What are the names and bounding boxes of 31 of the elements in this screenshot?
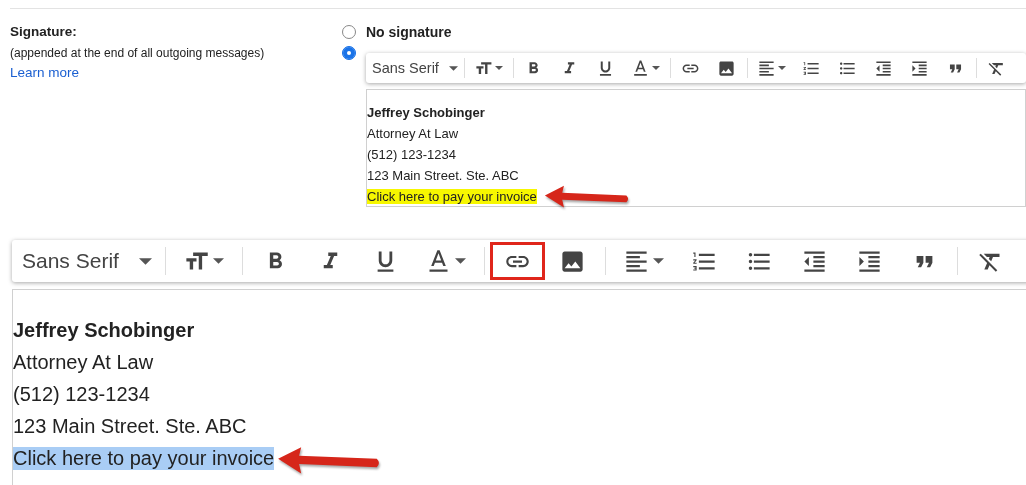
signature-line: (512) 123-1234 bbox=[367, 147, 456, 162]
insert-link-button[interactable] bbox=[489, 242, 545, 280]
outdent-icon bbox=[874, 58, 894, 78]
option-label: No signature bbox=[366, 24, 452, 40]
signature-line: Attorney At Law bbox=[367, 126, 459, 141]
image-icon bbox=[717, 58, 737, 78]
font-dropdown[interactable]: Sans Serif bbox=[22, 249, 152, 273]
signature-line: 123 Main Street. Ste. ABC bbox=[367, 168, 519, 183]
signature-line: Jeffrey Schobinger bbox=[13, 318, 195, 342]
signature-line: 123 Main Street. Ste. ABC bbox=[13, 414, 247, 438]
caret-icon bbox=[213, 258, 225, 264]
indent-icon bbox=[910, 58, 930, 78]
signature-line: Jeffrey Schobinger bbox=[367, 105, 485, 120]
caret-icon bbox=[138, 257, 152, 265]
signature-label: Signature: bbox=[10, 23, 78, 41]
signature-hint: (appended at the end of all outgoing messages) bbox=[10, 45, 266, 62]
radio-button[interactable] bbox=[342, 25, 356, 39]
caret-icon bbox=[455, 258, 467, 264]
caret-icon bbox=[495, 66, 504, 70]
caret-icon bbox=[652, 66, 661, 70]
align-icon bbox=[757, 58, 777, 78]
signature-line: (512) 123-1234 bbox=[13, 382, 150, 406]
caret-icon bbox=[448, 65, 458, 71]
signature-line: Attorney At Law bbox=[13, 350, 154, 374]
caret-icon bbox=[778, 66, 787, 70]
radio-button[interactable] bbox=[342, 46, 356, 60]
learn-more-link[interactable]: Learn more bbox=[10, 64, 80, 82]
signature-editor[interactable]: Jeffrey Schobinger Attorney At Law (512) 123-1234 123 Main Street. Ste. ABC Click here to pay your invoice bbox=[366, 89, 1026, 207]
caret-icon bbox=[653, 258, 665, 264]
font-dropdown[interactable]: Sans Serif bbox=[372, 60, 458, 76]
signature-editor[interactable]: Jeffrey Schobinger Attorney At Law (512) 123-1234 123 Main Street. Ste. ABC Click here to pay your invoice bbox=[12, 289, 1026, 485]
